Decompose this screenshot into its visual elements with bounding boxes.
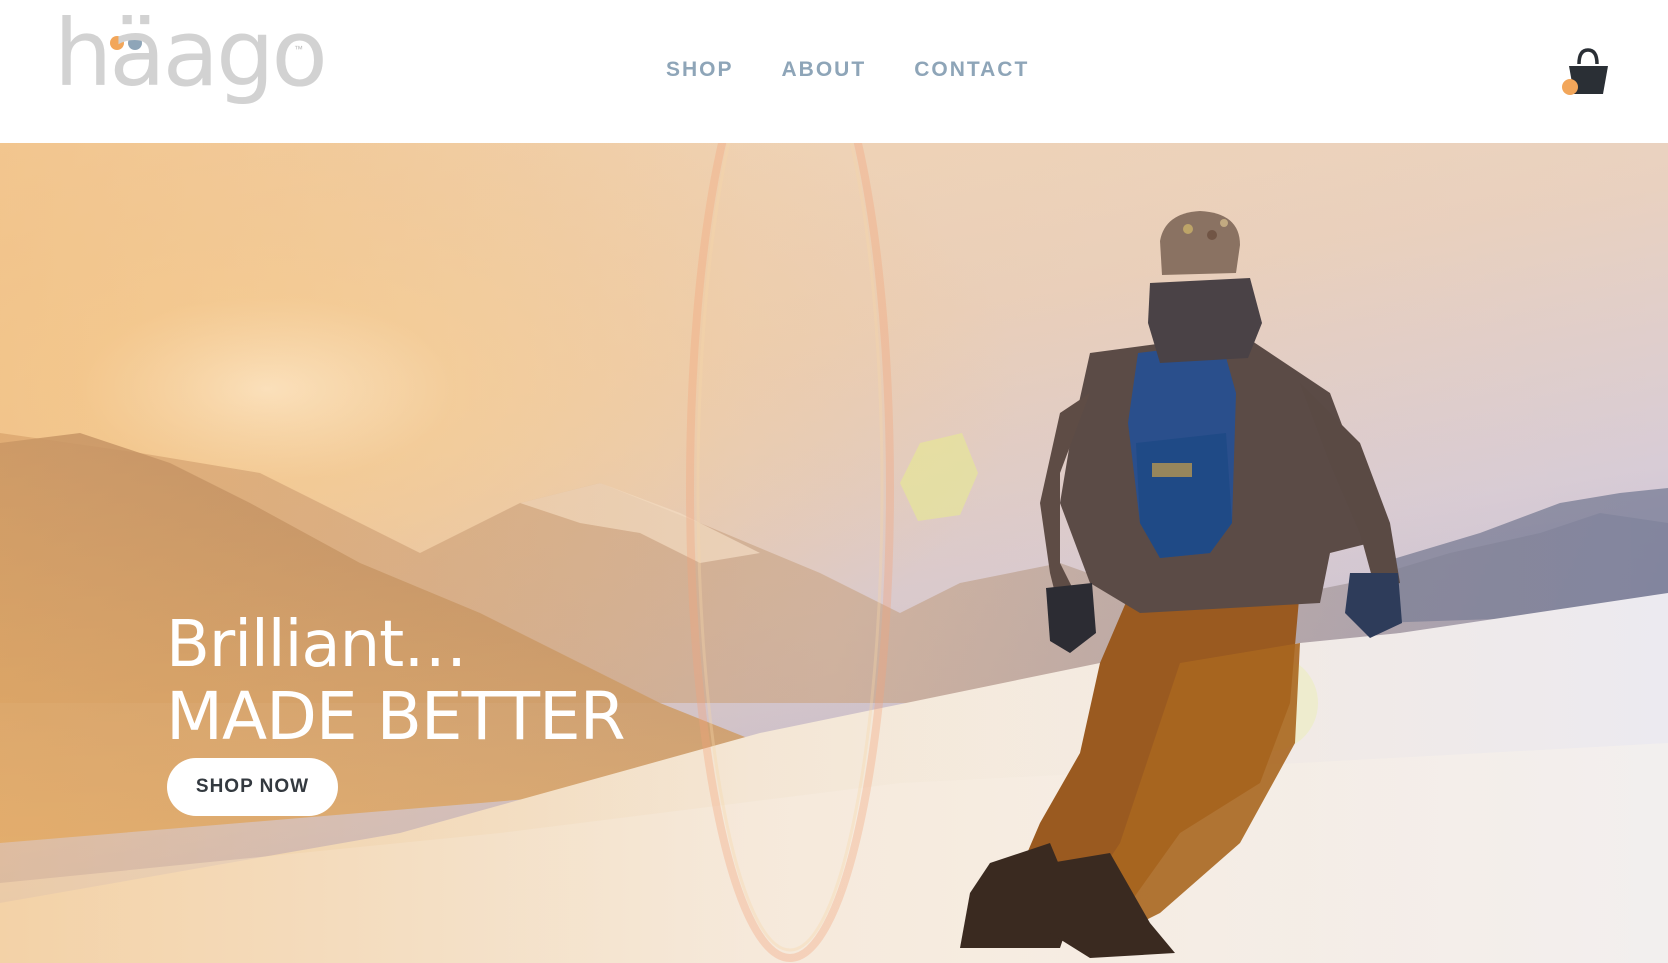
cart-badge — [1562, 79, 1578, 95]
hero-banner: Brilliant… MADE BETTER SHOP NOW — [0, 143, 1668, 963]
hero-headline: Brilliant… MADE BETTER — [166, 608, 626, 755]
cart-button[interactable] — [1562, 44, 1612, 98]
nav-shop-link[interactable]: SHOP — [666, 58, 734, 82]
brand-logo[interactable]: häago ™ — [54, 8, 328, 127]
shop-now-button[interactable]: SHOP NOW — [167, 758, 338, 816]
shopping-bag-icon — [1562, 48, 1608, 95]
hero-headline-line2: MADE BETTER — [166, 678, 626, 755]
nav-about-link[interactable]: ABOUT — [782, 58, 867, 82]
nav-contact-link[interactable]: CONTACT — [914, 58, 1029, 82]
logo-wordmark: häago — [54, 0, 328, 107]
hero-headline-line1: Brilliant… — [166, 608, 467, 682]
main-nav: SHOP ABOUT CONTACT — [666, 58, 1029, 82]
logo-trademark: ™ — [294, 44, 303, 54]
site-header: häago ™ SHOP ABOUT CONTACT — [0, 0, 1668, 142]
hero-background-image — [0, 143, 1668, 963]
